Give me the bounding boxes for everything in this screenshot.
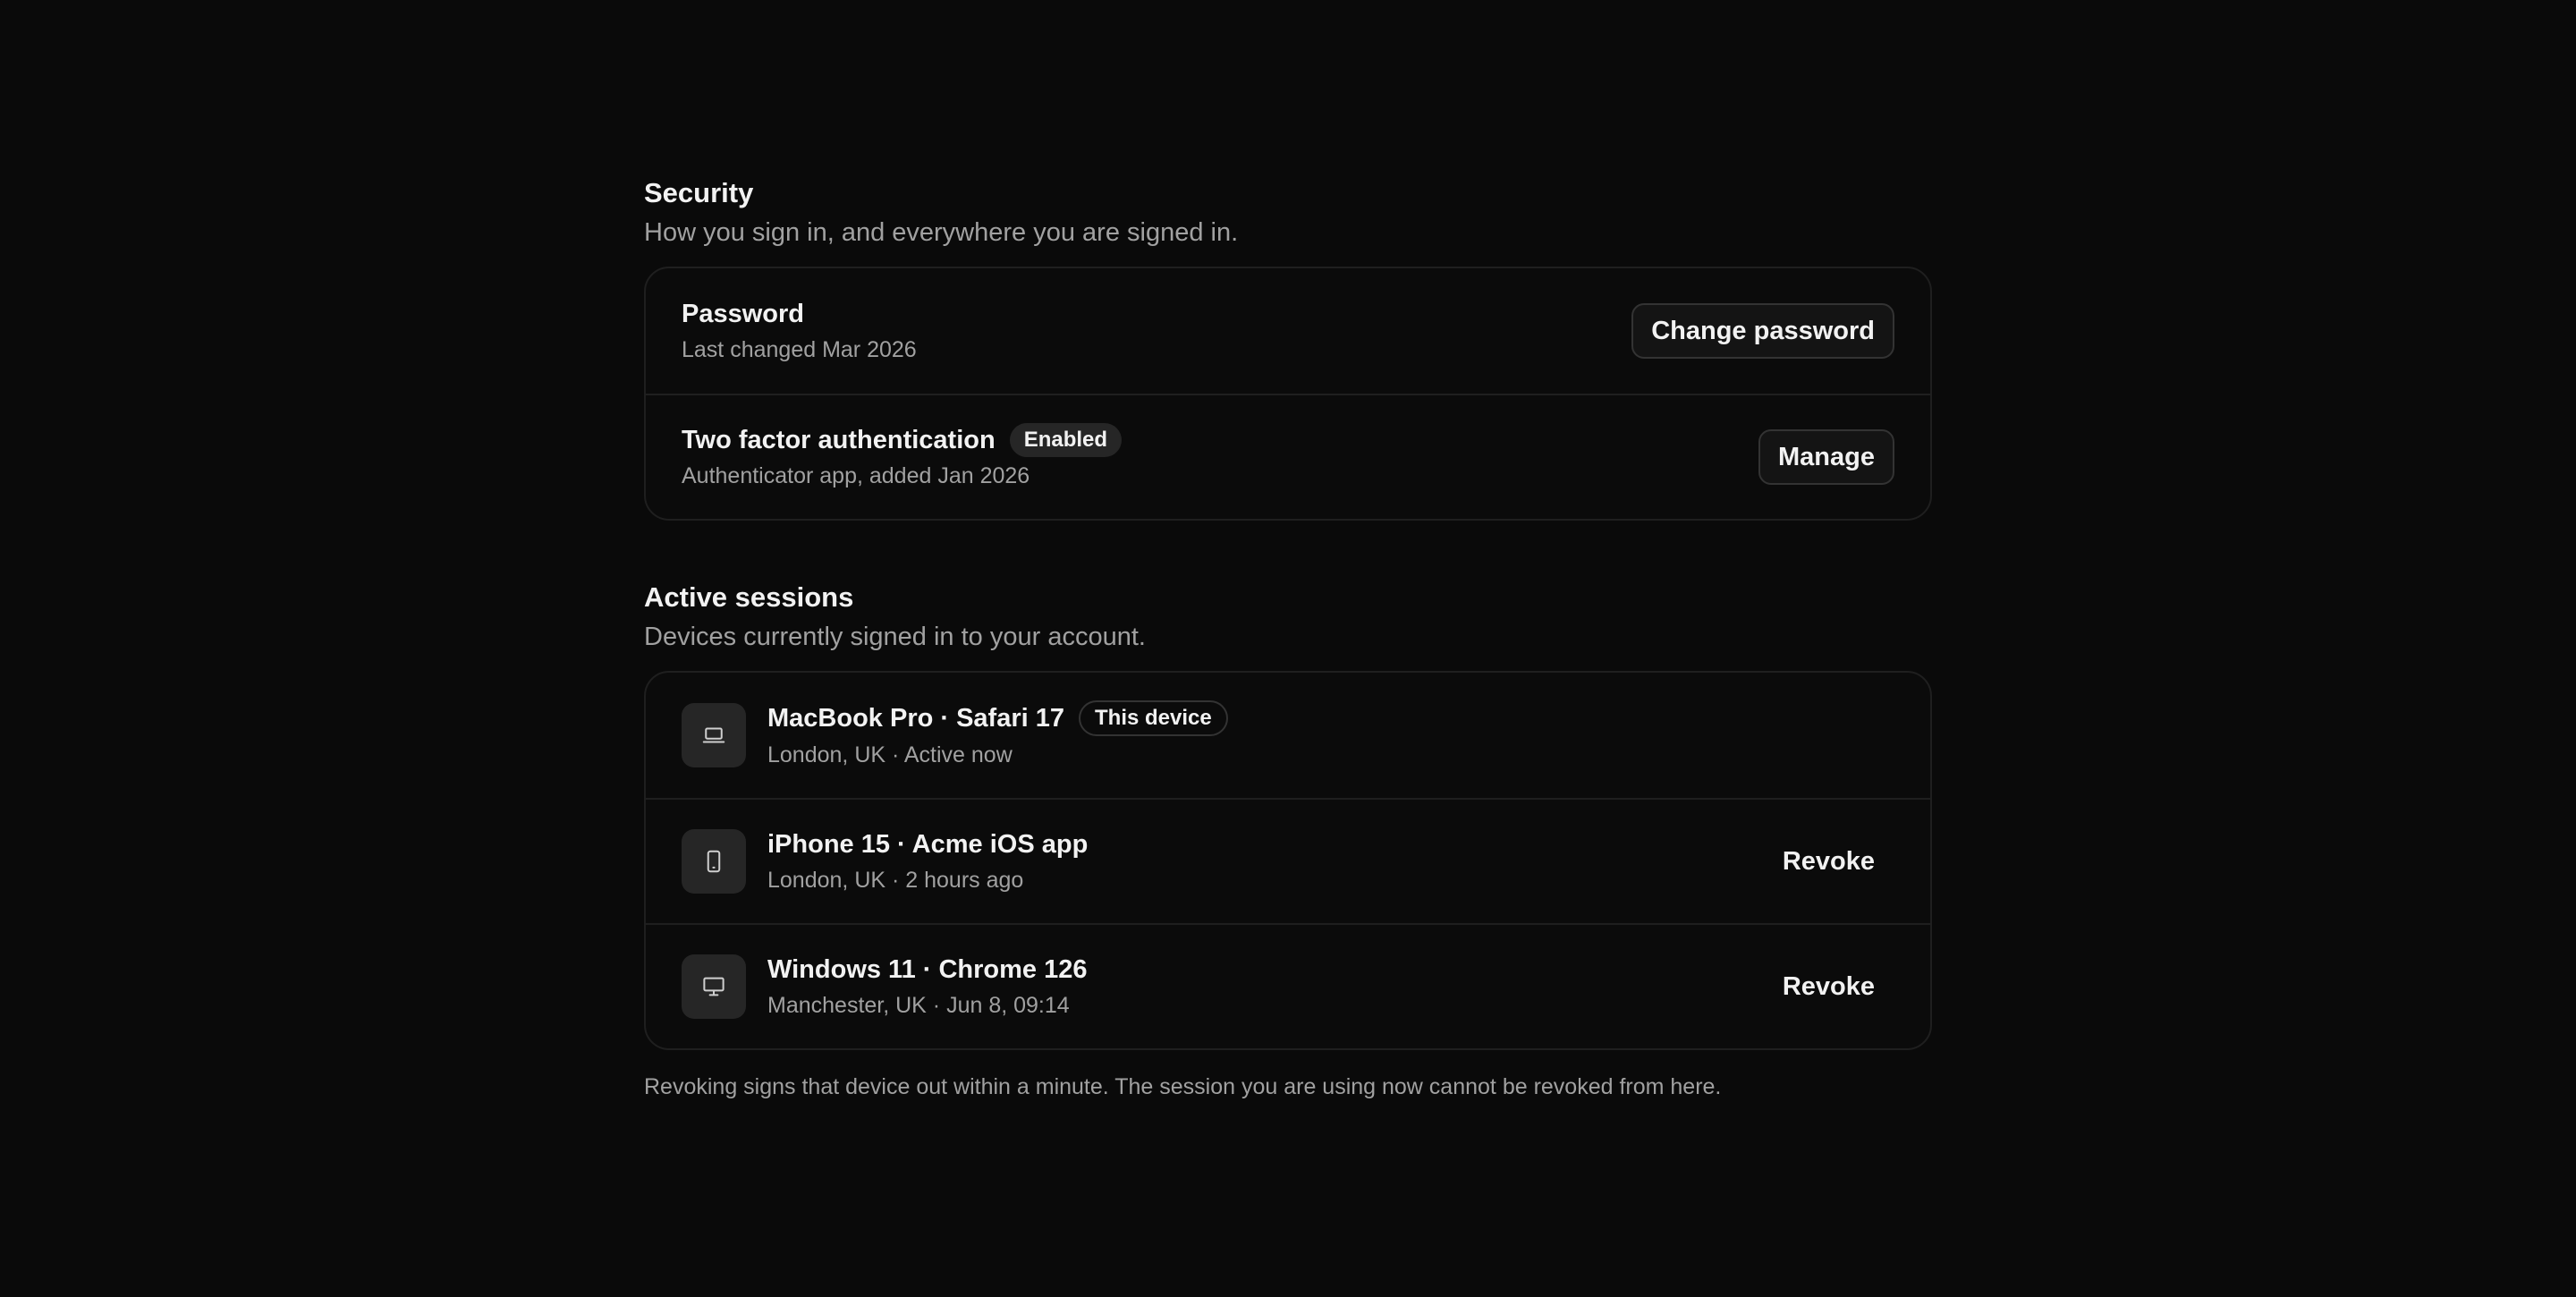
session-device-name: Windows 11 · Chrome 126 [767,955,1088,984]
this-device-badge: This device [1079,700,1228,736]
two-factor-row: Two factor authentication Enabled Authen… [646,394,1930,519]
session-row-macbook: MacBook Pro · Safari 17 This device Lond… [646,673,1930,798]
session-device-name: MacBook Pro · Safari 17 [767,704,1064,733]
security-subtitle: How you sign in, and everywhere you are … [644,218,1239,247]
session-title-line-macbook: MacBook Pro · Safari 17 This device [767,700,1894,736]
security-settings-page: Security How you sign in, and everywhere… [0,0,2576,1297]
phone-icon [682,829,746,894]
session-text-iphone: iPhone 15 · Acme iOS app London, UK · 2 … [767,827,1763,895]
session-location: Manchester, UK · Jun 8, 09:14 [767,993,1070,1018]
session-location: London, UK · Active now [767,742,1013,767]
password-last-changed: Last changed Mar 2026 [682,337,917,362]
two-factor-title-line: Two factor authentication Enabled [682,423,1758,457]
two-factor-text: Two factor authentication Enabled Authen… [682,423,1758,491]
session-text-windows: Windows 11 · Chrome 126 Manchester, UK ·… [767,953,1763,1021]
two-factor-status-badge: Enabled [1009,423,1123,457]
session-text-macbook: MacBook Pro · Safari 17 This device Lond… [767,700,1894,770]
session-title-line-windows: Windows 11 · Chrome 126 [767,953,1763,987]
change-password-button[interactable]: Change password [1631,303,1894,359]
sessions-subtitle: Devices currently signed in to your acco… [644,623,1146,651]
security-content: Security How you sign in, and everywhere… [644,175,1932,1124]
desktop-icon [682,954,746,1019]
sessions-title: Active sessions [644,581,854,613]
security-card: Password Last changed Mar 2026 Change pa… [644,267,1932,521]
laptop-icon [682,703,746,767]
revoke-footnote: Revoking signs that device out within a … [644,1074,1722,1099]
manage-two-factor-button[interactable]: Manage [1758,429,1894,485]
session-title-line-iphone: iPhone 15 · Acme iOS app [767,827,1763,861]
revoke-iphone-session-button[interactable]: Revoke [1763,834,1894,889]
password-title: Password [682,300,804,328]
session-row-iphone: iPhone 15 · Acme iOS app London, UK · 2 … [646,798,1930,923]
session-location: London, UK · 2 hours ago [767,868,1024,893]
revoke-windows-session-button[interactable]: Revoke [1763,959,1894,1014]
password-text: Password Last changed Mar 2026 [682,297,1631,365]
session-device-name: iPhone 15 · Acme iOS app [767,830,1089,859]
security-title: Security [644,177,754,208]
sessions-card: MacBook Pro · Safari 17 This device Lond… [644,671,1932,1050]
password-row: Password Last changed Mar 2026 Change pa… [646,268,1930,394]
two-factor-title: Two factor authentication [682,426,996,454]
two-factor-details: Authenticator app, added Jan 2026 [682,463,1030,488]
session-row-windows: Windows 11 · Chrome 126 Manchester, UK ·… [646,923,1930,1048]
password-title-line: Password [682,297,1631,331]
